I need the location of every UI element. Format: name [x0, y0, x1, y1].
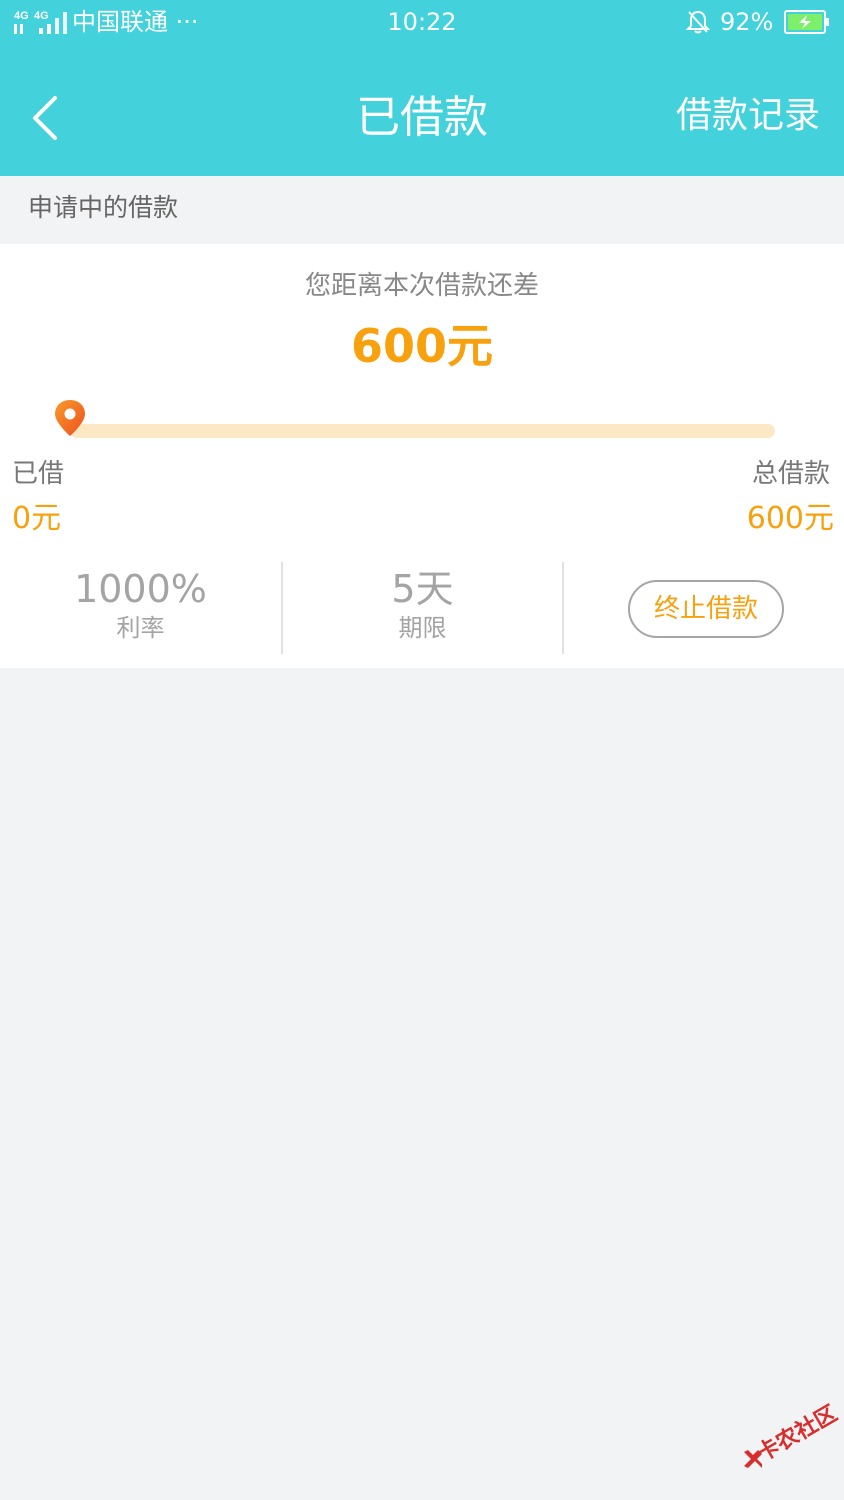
loan-card: 您距离本次借款还差 600元 已借 0元 总借款 600元 1000% 利率 5… — [0, 244, 844, 668]
remaining-hint: 您距离本次借款还差 — [304, 271, 539, 301]
location-pin-icon — [55, 400, 85, 436]
total-loan-amount: 600元 — [746, 501, 834, 536]
loan-term-label: 期限 — [398, 614, 447, 642]
loan-records-link[interactable]: 借款记录 — [676, 86, 820, 146]
status-bar: 4G 4G 中国联通 ··· 10:22 92% — [0, 0, 844, 46]
app-header: 4G 4G 中国联通 ··· 10:22 92% 已借款 借款记录 — [0, 0, 844, 176]
loan-progress-bar — [70, 424, 775, 438]
remaining-amount: 600元 — [350, 319, 494, 373]
interest-rate-stat: 1000% 利率 — [0, 566, 281, 644]
section-title: 申请中的借款 — [28, 193, 179, 222]
divider — [562, 562, 564, 654]
battery-percent: 92% — [720, 8, 774, 36]
loan-term-value: 5天 — [391, 567, 454, 611]
interest-rate-value: 1000% — [74, 567, 207, 611]
watermark-text: 卡农社区 — [753, 1401, 842, 1467]
battery-charging-icon — [784, 10, 829, 34]
loan-term-stat: 5天 期限 — [283, 566, 562, 644]
interest-rate-label: 利率 — [116, 614, 165, 642]
total-loan-label: 总借款 — [751, 459, 830, 489]
stop-loan-button[interactable]: 终止借款 — [628, 580, 784, 638]
bell-off-icon — [686, 10, 710, 34]
status-time: 10:22 — [387, 8, 457, 36]
borrowed-amount: 0元 — [12, 501, 62, 536]
borrowed-label: 已借 — [12, 459, 65, 489]
watermark-logo: 卡农社区 — [738, 1401, 842, 1482]
